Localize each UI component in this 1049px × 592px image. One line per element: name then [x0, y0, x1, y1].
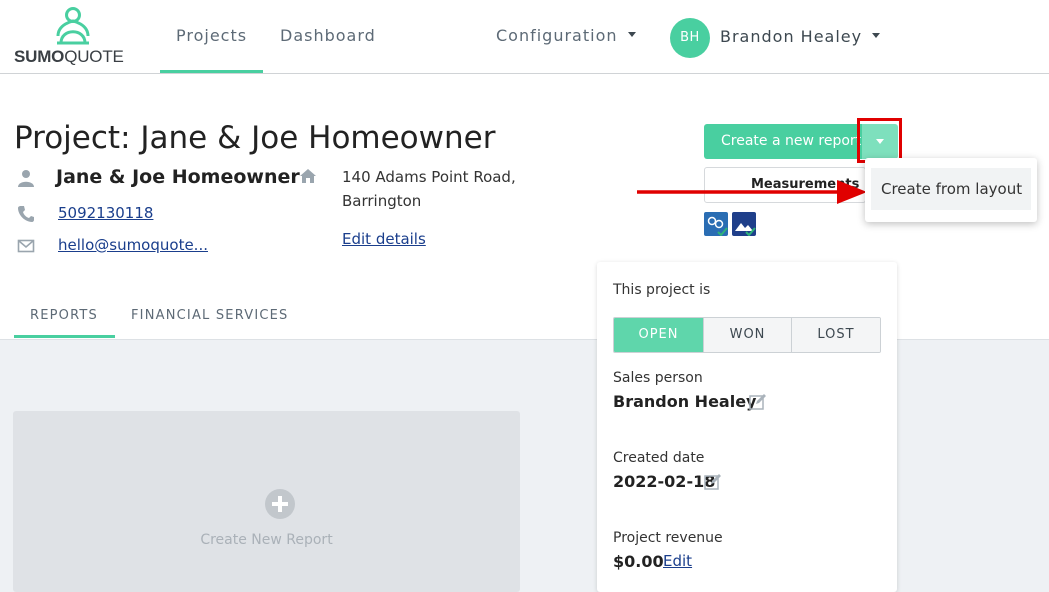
project-revenue-value: $0.00: [613, 552, 664, 571]
arrow-annotation-icon: [637, 180, 867, 204]
sumoquote-logo-icon: [56, 7, 90, 45]
phone-icon: [18, 206, 34, 222]
logo-text-quote: QUOTE: [64, 47, 124, 66]
edit-details-link[interactable]: Edit details: [342, 230, 426, 248]
status-open-button[interactable]: OPEN: [614, 318, 704, 352]
avatar[interactable]: BH: [670, 18, 710, 58]
create-new-report-label: Create New Report: [200, 532, 333, 548]
status-heading: This project is: [613, 282, 711, 298]
email-link[interactable]: hello@sumoquote...: [58, 236, 208, 254]
person-icon: [18, 170, 34, 187]
tab-financial-services[interactable]: FINANCIAL SERVICES: [131, 308, 289, 323]
chevron-down-icon: [872, 33, 881, 38]
phone-link[interactable]: 5092130118: [58, 204, 153, 222]
create-report-dropdown-menu: Create from layout: [865, 158, 1037, 222]
address-line-2: Barrington: [342, 192, 422, 210]
logo-wordmark: SUMOQUOTE: [14, 47, 124, 67]
status-toggle-group: OPEN WON LOST: [613, 317, 881, 353]
page-title: Project: Jane & Joe Homeowner: [14, 120, 496, 156]
status-lost-button[interactable]: LOST: [792, 318, 880, 352]
address-line-1: 140 Adams Point Road,: [342, 168, 516, 186]
nav-configuration-label: Configuration: [496, 26, 618, 45]
user-name-label: Brandon Healey: [720, 27, 863, 46]
plus-circle-icon: [265, 489, 295, 519]
user-menu-dropdown[interactable]: Brandon Healey: [720, 27, 881, 46]
revenue-edit-link[interactable]: Edit: [663, 552, 692, 570]
project-status-panel: This project is OPEN WON LOST Sales pers…: [597, 262, 897, 592]
pencil-icon[interactable]: [704, 473, 722, 491]
pencil-icon[interactable]: [749, 393, 767, 411]
nav-dashboard[interactable]: Dashboard: [280, 26, 376, 45]
sales-person-label: Sales person: [613, 370, 703, 386]
sumoquote-logo[interactable]: SUMOQUOTE: [14, 6, 136, 66]
envelope-icon: [17, 239, 35, 253]
nav-active-indicator: [160, 70, 263, 73]
integration-badge-icon[interactable]: [704, 212, 728, 236]
chevron-down-icon: [627, 32, 636, 37]
create-new-report-button[interactable]: Create a new report: [704, 124, 862, 159]
top-navigation: SUMOQUOTE Projects Dashboard Configurati…: [0, 0, 1049, 74]
created-date-value: 2022-02-18: [613, 472, 716, 491]
contact-name: Jane & Joe Homeowner: [56, 166, 300, 188]
project-revenue-label: Project revenue: [613, 530, 723, 546]
create-new-report-card[interactable]: Create New Report: [13, 411, 520, 592]
tab-active-indicator: [14, 335, 115, 338]
highlight-annotation: [857, 118, 902, 163]
logo-text-sumo: SUMO: [14, 47, 65, 66]
project-address: 140 Adams Point Road, Barrington: [342, 165, 516, 213]
created-date-label: Created date: [613, 450, 705, 466]
tab-reports[interactable]: REPORTS: [30, 308, 98, 323]
status-won-button[interactable]: WON: [704, 318, 792, 352]
nav-projects[interactable]: Projects: [176, 26, 247, 45]
nav-configuration-dropdown[interactable]: Configuration: [496, 26, 636, 45]
photo-integration-icon[interactable]: [732, 212, 756, 236]
home-icon: [300, 169, 316, 183]
create-from-layout-menu-item[interactable]: Create from layout: [871, 168, 1031, 210]
sales-person-value: Brandon Healey: [613, 392, 757, 411]
